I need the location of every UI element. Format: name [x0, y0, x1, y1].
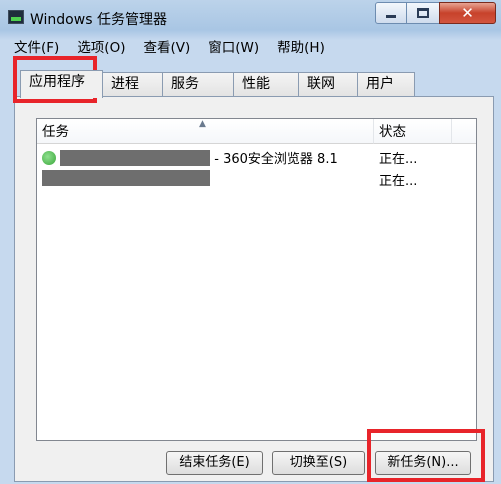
new-task-button[interactable]: 新任务(N)...	[375, 451, 471, 475]
menu-window[interactable]: 窗口(W)	[200, 37, 269, 59]
close-button[interactable]: ✕	[439, 2, 496, 24]
browser-icon	[42, 151, 56, 165]
tab-users[interactable]: 用户	[357, 72, 415, 96]
task-manager-window: Windows 任务管理器 ✕ 文件(F) 选项(O) 查看(V) 窗口(W) …	[0, 0, 501, 484]
title-bar[interactable]: Windows 任务管理器 ✕	[0, 0, 501, 34]
task-name	[42, 170, 370, 187]
column-header-task[interactable]: ▲ 任务	[37, 119, 374, 144]
maximize-icon	[417, 8, 429, 18]
maximize-button[interactable]	[406, 2, 440, 24]
menu-help[interactable]: 帮助(H)	[269, 37, 335, 59]
task-status: 正在...	[379, 174, 418, 189]
task-row[interactable]: - 360安全浏览器 8.1 正在...	[37, 146, 476, 168]
sort-ascending-icon: ▲	[199, 119, 206, 129]
task-name-text: - 360安全浏览器 8.1	[214, 152, 338, 167]
switch-to-button[interactable]: 切换至(S)	[272, 451, 365, 475]
column-header-status[interactable]: 状态	[374, 119, 452, 144]
tab-applications[interactable]: 应用程序	[20, 70, 103, 98]
task-name: - 360安全浏览器 8.1	[42, 148, 370, 167]
close-icon: ✕	[461, 4, 474, 22]
menu-options[interactable]: 选项(O)	[69, 37, 135, 59]
task-status: 正在...	[379, 152, 418, 167]
task-list[interactable]: ▲ 任务 状态 - 360安全浏览器 8.1 正在... 正在...	[36, 118, 477, 441]
redacted-text	[42, 170, 210, 186]
column-header-task-label: 任务	[42, 124, 69, 140]
menu-file[interactable]: 文件(F)	[6, 37, 69, 59]
minimize-icon	[386, 15, 396, 18]
window-title: Windows 任务管理器	[30, 12, 167, 28]
menu-view[interactable]: 查看(V)	[135, 37, 200, 59]
end-task-button[interactable]: 结束任务(E)	[166, 451, 263, 475]
task-row[interactable]: 正在...	[37, 168, 476, 190]
tab-performance[interactable]: 性能	[233, 72, 299, 96]
redacted-text	[60, 150, 211, 166]
minimize-button[interactable]	[375, 2, 407, 24]
applications-panel: ▲ 任务 状态 - 360安全浏览器 8.1 正在... 正在... 结束任务(…	[14, 96, 494, 482]
tab-strip: 应用程序 进程 服务 性能 联网 用户	[14, 70, 494, 98]
task-manager-icon	[8, 10, 24, 24]
column-header-filler	[452, 119, 476, 144]
tab-networking[interactable]: 联网	[298, 72, 358, 96]
tab-processes[interactable]: 进程	[102, 72, 163, 96]
column-header-status-label: 状态	[379, 124, 406, 140]
menu-bar: 文件(F) 选项(O) 查看(V) 窗口(W) 帮助(H)	[6, 37, 335, 59]
tab-services[interactable]: 服务	[162, 72, 234, 96]
